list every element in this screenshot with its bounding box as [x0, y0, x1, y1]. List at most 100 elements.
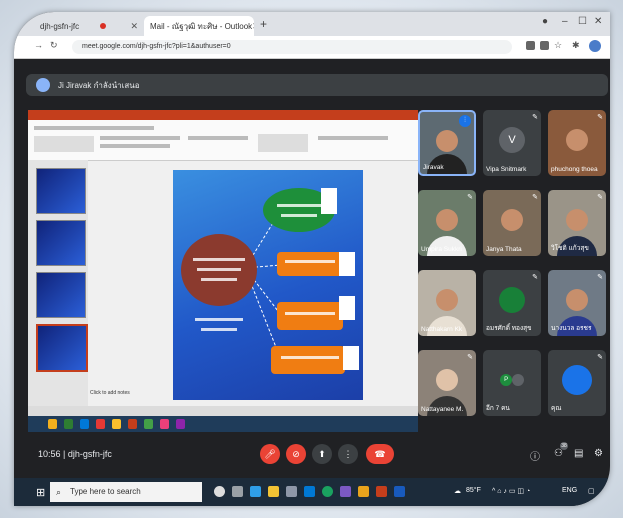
puzzle-icon[interactable]: ✱	[572, 40, 580, 51]
search-icon: ⌕	[56, 487, 62, 497]
powerpoint-icon[interactable]	[376, 486, 387, 497]
reload-icon[interactable]: ↻	[50, 40, 58, 51]
minimize-icon[interactable]: –	[562, 16, 568, 27]
taskbar-search-input[interactable]: ⌕ Type here to search	[50, 482, 202, 502]
meeting-time: 10:56	[38, 449, 61, 459]
weather-temp[interactable]: 85°F	[466, 487, 481, 494]
app-icon[interactable]	[358, 486, 369, 497]
language-indicator[interactable]: ENG	[562, 487, 577, 494]
mic-off-icon: ✎	[532, 274, 538, 281]
camera-icon[interactable]	[526, 41, 535, 50]
chat-icon[interactable]: ▤	[574, 448, 583, 459]
more-participants-label: อีก 7 คน	[486, 405, 510, 412]
meeting-time-and-code: 10:56 | djh-gsfn-jfc	[38, 449, 112, 459]
people-icon[interactable]: ⚇	[554, 448, 563, 459]
extension-icon[interactable]	[540, 41, 549, 50]
browser-tab-bar: djh-gsfn-jfc ✕ Mail - ณัฐวุฒิ ทะศิษ - Ou…	[14, 12, 610, 36]
slide-thumbnail[interactable]	[36, 168, 86, 214]
shared-screen: Click to add notes	[28, 110, 418, 432]
participant-tile[interactable]: ✎ Umpira Sukkri	[418, 190, 476, 256]
close-icon[interactable]: ✕	[252, 21, 254, 32]
app-icon	[80, 419, 89, 429]
participant-name: Vipa Snitmark	[486, 166, 527, 173]
windows-start-icon[interactable]: ⊞	[36, 486, 45, 499]
address-bar-row: → ↻ meet.google.com/djh-gsfn-jfc?pli=1&a…	[14, 36, 610, 59]
participant-name: Janya Thata	[486, 246, 522, 253]
word-icon[interactable]	[394, 486, 405, 497]
mic-off-icon: ✎	[597, 114, 603, 121]
meeting-code: djh-gsfn-jfc	[67, 449, 112, 459]
app-icon	[48, 419, 57, 429]
star-icon[interactable]: ☆	[554, 40, 562, 51]
slide-thumbnail-selected[interactable]	[36, 324, 88, 372]
tab-outlook[interactable]: Mail - ณัฐวุฒิ ทะศิษ - Outlook ✕	[144, 16, 254, 36]
profile-avatar[interactable]	[589, 40, 601, 52]
participant-tile[interactable]: ⫶ Jiravak	[418, 110, 476, 176]
recording-dot-icon	[99, 23, 106, 29]
windows-taskbar: ⊞ ⌕ Type here to search ☁ 85°F ^ ⌂ ♪ ▭ ◫…	[14, 478, 610, 506]
forward-icon[interactable]: →	[34, 40, 43, 50]
presenting-text: Ji Jiravak กำลังนำเสนอ	[58, 80, 140, 90]
slide-diagram	[181, 188, 359, 374]
mic-off-icon: ✎	[467, 354, 473, 361]
participant-name: นางนวล อรชร	[551, 325, 592, 332]
participant-tile[interactable]: ✎ นางนวล อรชร	[548, 270, 606, 336]
mic-off-icon: ✎	[532, 194, 538, 201]
window-close-icon[interactable]: ✕	[594, 16, 602, 27]
self-tile[interactable]: ✎ คุณ	[548, 350, 606, 416]
participant-tile[interactable]: ✎ Nattayanee M.	[418, 350, 476, 416]
participant-tile[interactable]: ✎ วิโชติ แก้วสุข	[548, 190, 606, 256]
mic-off-icon: ✎	[597, 354, 603, 361]
powerpoint-ribbon	[28, 120, 418, 161]
camera-toggle-button[interactable]: ⊘	[286, 444, 306, 464]
activities-icon[interactable]: ⚙	[594, 448, 603, 459]
tab-meet-title: djh-gsfn-jfc	[40, 21, 80, 31]
slide-thumbnail[interactable]	[36, 220, 86, 266]
participant-name: วิโชติ แก้วสุข	[551, 245, 589, 252]
participant-tile[interactable]: ✎ phuchong thoea	[548, 110, 606, 176]
meet-control-bar: 10:56 | djh-gsfn-jfc 🎤︎ ⊘ ⬆ ⋮ ☎ ⓘ 38 ⚇ ▤…	[14, 440, 610, 470]
participant-tile[interactable]: ✎ Janya Thata	[483, 190, 541, 256]
participant-video	[436, 129, 458, 152]
maximize-icon[interactable]: ☐	[578, 16, 587, 27]
info-icon[interactable]: ⓘ	[530, 448, 540, 463]
search-placeholder: Type here to search	[70, 487, 141, 496]
task-view-icon[interactable]	[232, 486, 243, 497]
present-button[interactable]: ⬆	[312, 444, 332, 464]
edge-icon[interactable]	[250, 486, 261, 497]
presenting-banner: Ji Jiravak กำลังนำเสนอ	[26, 74, 608, 96]
app-icon	[64, 419, 73, 429]
teams-icon[interactable]	[340, 486, 351, 497]
new-tab-icon[interactable]: +	[260, 17, 267, 31]
decorative-frame: djh-gsfn-jfc ✕ Mail - ณัฐวุฒิ ทะศิษ - Ou…	[0, 0, 623, 518]
close-icon[interactable]: ✕	[130, 21, 138, 32]
participant-name: อมรศักดิ์ ทองสุข	[486, 325, 532, 332]
store-icon[interactable]	[286, 486, 297, 497]
participant-avatar: P	[500, 373, 513, 386]
notification-icon[interactable]: ▢	[588, 487, 595, 495]
cortana-icon[interactable]	[214, 486, 225, 497]
participant-tile[interactable]: Natthakarn Kk	[418, 270, 476, 336]
participant-tile[interactable]: V ✎ Vipa Snitmark	[483, 110, 541, 176]
more-options-button[interactable]: ⋮	[338, 444, 358, 464]
end-call-button[interactable]: ☎	[366, 444, 394, 464]
more-participants-tile[interactable]: P อีก 7 คน	[483, 350, 541, 416]
mic-off-icon: ✎	[597, 274, 603, 281]
mail-icon[interactable]	[304, 486, 315, 497]
powerpoint-title-bar	[28, 110, 418, 120]
tray-icons[interactable]: ^ ⌂ ♪ ▭ ◫ ◔	[492, 487, 530, 495]
chrome-icon[interactable]	[322, 486, 333, 497]
tab-outlook-title: Mail - ณัฐวุฒิ ทะศิษ - Outlook	[150, 21, 253, 31]
profile-circle-icon[interactable]: ●	[542, 16, 548, 27]
tab-meet[interactable]: djh-gsfn-jfc ✕	[34, 16, 144, 36]
screen: djh-gsfn-jfc ✕ Mail - ณัฐวุฒิ ทะศิษ - Ou…	[14, 12, 610, 506]
mic-off-icon: ✎	[467, 194, 473, 201]
notes-placeholder[interactable]: Click to add notes	[90, 390, 170, 400]
participant-tile[interactable]: ✎ อมรศักดิ์ ทองสุข	[483, 270, 541, 336]
mic-toggle-button[interactable]: 🎤︎	[260, 444, 280, 464]
url-input[interactable]: meet.google.com/djh-gsfn-jfc?pli=1&authu…	[72, 40, 512, 54]
participant-avatar	[511, 373, 524, 386]
file-explorer-icon[interactable]	[268, 486, 279, 497]
weather-icon[interactable]: ☁	[454, 487, 461, 495]
slide-thumbnail[interactable]	[36, 272, 86, 318]
